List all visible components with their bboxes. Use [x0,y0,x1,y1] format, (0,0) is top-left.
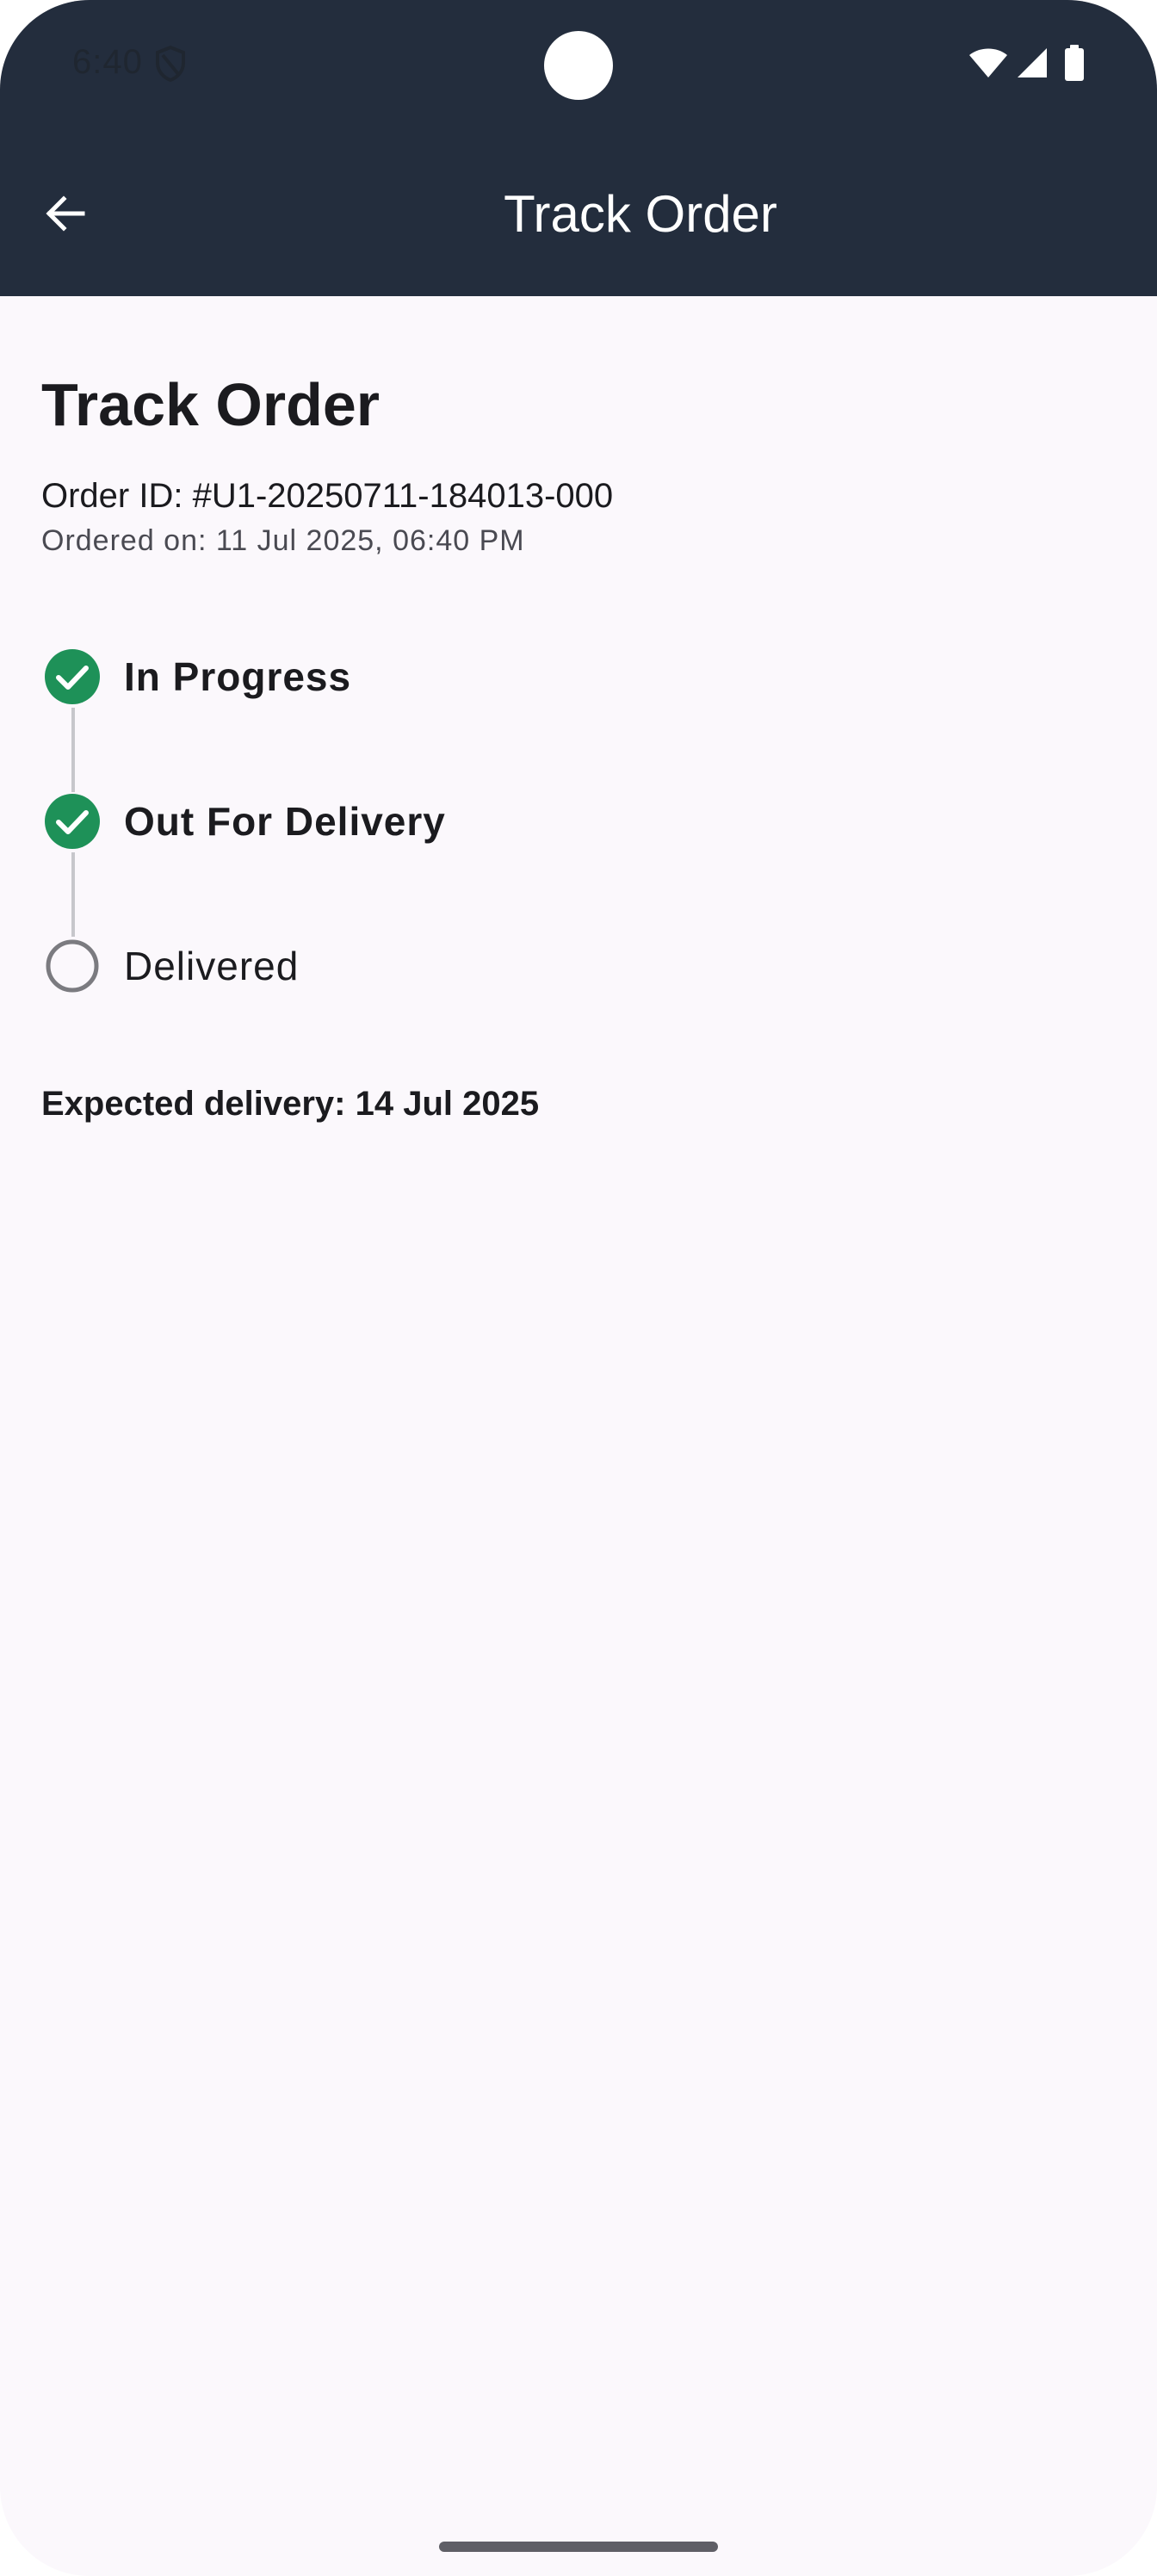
app-bar: Track Order [0,131,1157,296]
battery-icon [1065,45,1084,81]
wifi-icon [969,48,1007,77]
empty-circle-icon [46,939,99,993]
expected-delivery: Expected delivery: 14 Jul 2025 [41,1085,540,1123]
timeline-step-out-for-delivery: Out For Delivery [41,785,1116,858]
back-button[interactable] [29,177,102,250]
status-time: 6:40 [72,43,143,81]
home-indicator[interactable] [439,2542,718,2552]
signal-icon [1018,48,1047,77]
timeline-step-label: Delivered [124,944,300,988]
device-screen: 6:40 Track Order Track Order Order ID: #… [0,0,1157,2576]
timeline-step-label: In Progress [124,654,352,699]
order-id: Order ID: #U1-20250711-184013-000 [41,477,614,515]
status-bar: 6:40 [0,0,1157,131]
camera-cutout [544,31,613,100]
timeline-connector [71,852,75,937]
check-circle-icon [45,649,100,704]
shield-icon [156,45,185,83]
app-bar-title: Track Order [504,184,777,243]
timeline-step-label: Out For Delivery [124,799,446,844]
arrow-back-icon [46,195,85,232]
timeline-step-in-progress: In Progress [41,641,1116,713]
check-circle-icon [45,794,100,849]
page-title: Track Order [41,371,380,438]
timeline-connector [71,708,75,792]
ordered-on-date: Ordered on: 11 Jul 2025, 06:40 PM [41,524,525,557]
timeline-step-delivered: Delivered [41,930,1116,1002]
